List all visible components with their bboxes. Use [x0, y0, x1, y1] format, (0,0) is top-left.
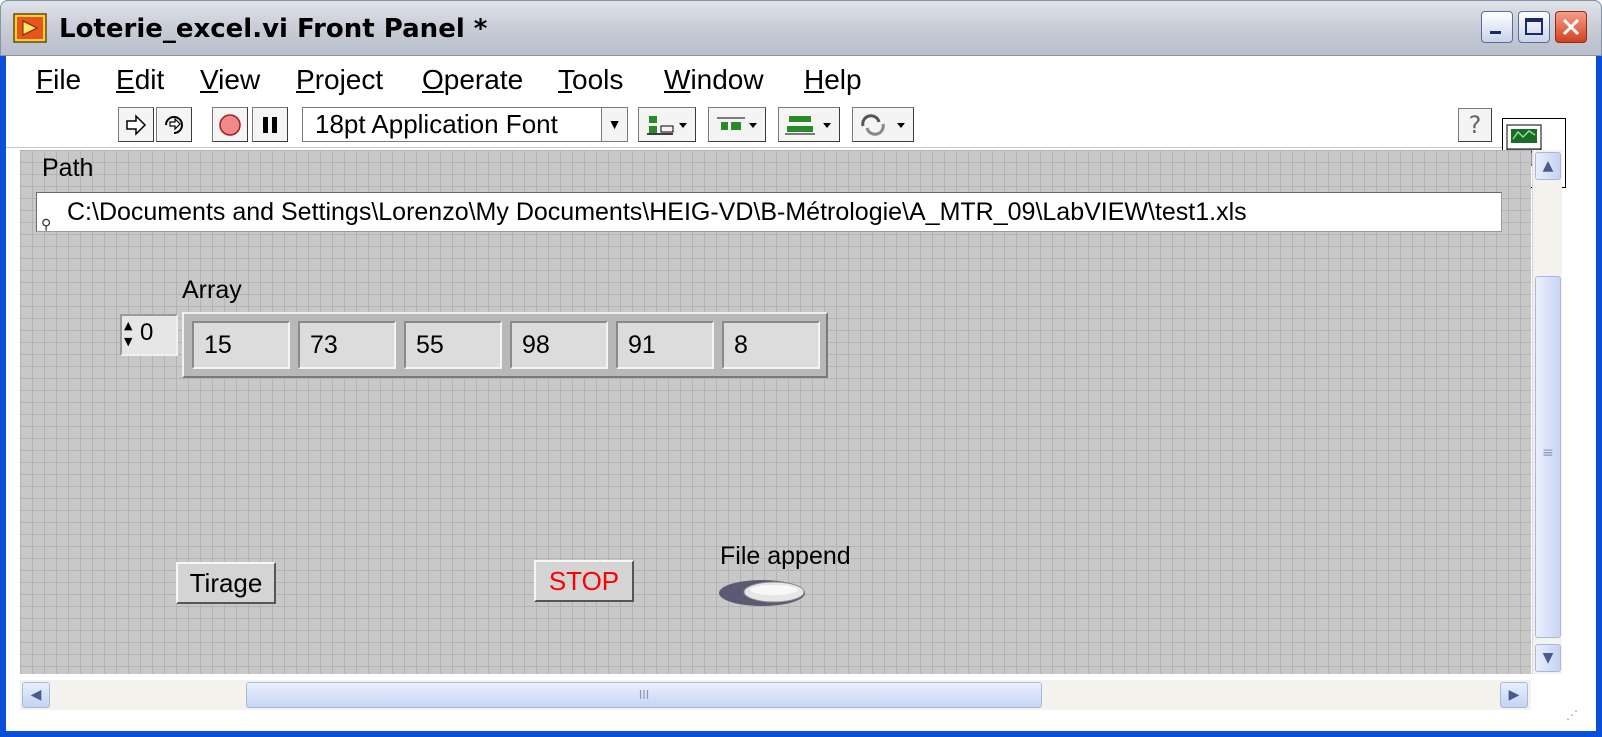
- scroll-up-button[interactable]: ▲: [1535, 152, 1561, 180]
- array-element[interactable]: 15: [192, 321, 290, 369]
- chevron-down-icon: ▼: [1542, 650, 1554, 666]
- pause-button[interactable]: [252, 107, 288, 142]
- menu-project[interactable]: Project: [296, 64, 383, 96]
- close-icon: [1562, 18, 1580, 36]
- file-append-toggle[interactable]: [718, 578, 808, 608]
- minimize-button[interactable]: [1481, 11, 1513, 43]
- chevron-right-icon: ▶: [1508, 687, 1520, 703]
- resize-objects-button[interactable]: [778, 107, 840, 142]
- path-control[interactable]: ⚲ C:\Documents and Settings\Lorenzo\My D…: [36, 192, 1502, 232]
- tirage-button[interactable]: Tirage: [176, 562, 276, 604]
- menu-file[interactable]: File: [36, 64, 81, 96]
- run-continuously-button[interactable]: [156, 107, 192, 142]
- font-select[interactable]: 18pt Application Font ▼: [302, 107, 628, 142]
- front-panel-canvas[interactable]: Path ⚲ C:\Documents and Settings\Lorenzo…: [20, 150, 1531, 674]
- minimize-icon: [1490, 31, 1501, 34]
- window-client-area: File Edit View Project Operate Tools Win…: [6, 56, 1596, 731]
- grip-icon: ≡: [1542, 445, 1554, 461]
- grip-icon: III: [638, 688, 650, 702]
- menu-view[interactable]: View: [200, 64, 260, 96]
- path-browse-icon[interactable]: ⚲: [41, 205, 51, 231]
- run-continuously-icon: [165, 115, 183, 134]
- menu-edit[interactable]: Edit: [116, 64, 164, 96]
- resize-grip-icon[interactable]: ⋰: [1566, 708, 1590, 728]
- path-label: Path: [42, 154, 94, 182]
- window-title: Loterie_excel.vi Front Panel *: [59, 14, 488, 44]
- context-help-button[interactable]: ?: [1458, 108, 1492, 142]
- menu-help[interactable]: Help: [804, 64, 862, 96]
- pause-icon: [263, 116, 277, 133]
- stop-button[interactable]: STOP: [534, 560, 634, 602]
- toolbar: 18pt Application Font ▼ ?: [6, 102, 1566, 188]
- file-append-label: File append: [720, 542, 851, 570]
- array-label: Array: [182, 276, 242, 304]
- vi-icon: [13, 13, 47, 43]
- array-index-control[interactable]: ▲ ▼ 0: [120, 314, 178, 356]
- run-arrow-icon: [126, 113, 147, 136]
- scroll-left-button[interactable]: ◀: [22, 682, 50, 708]
- menu-operate[interactable]: Operate: [422, 64, 523, 96]
- reorder-icon: [861, 113, 905, 136]
- stop-button-label: STOP: [548, 565, 620, 596]
- array-index-value: 0: [140, 319, 154, 346]
- array-control: 15 73 55 98 91 8: [182, 312, 828, 378]
- chevron-down-icon: ▼: [601, 108, 627, 141]
- menu-bar: File Edit View Project Operate Tools Win…: [6, 56, 1526, 102]
- close-button[interactable]: [1555, 11, 1587, 43]
- align-objects-button[interactable]: [638, 107, 696, 142]
- chevron-left-icon: ◀: [30, 687, 42, 703]
- index-spinner-icon[interactable]: ▲ ▼: [124, 318, 138, 352]
- distribute-objects-icon: [717, 117, 757, 130]
- abort-icon: [219, 113, 241, 136]
- menu-tools[interactable]: Tools: [558, 64, 623, 96]
- font-select-value: 18pt Application Font: [315, 109, 558, 139]
- array-element[interactable]: 98: [510, 321, 608, 369]
- context-help-icon: ?: [1468, 111, 1482, 139]
- abort-button[interactable]: [212, 107, 248, 142]
- title-bar[interactable]: Loterie_excel.vi Front Panel *: [0, 0, 1602, 56]
- scroll-right-button[interactable]: ▶: [1500, 682, 1528, 708]
- array-element[interactable]: 73: [298, 321, 396, 369]
- horizontal-scroll-thumb[interactable]: III: [246, 682, 1042, 708]
- path-value: C:\Documents and Settings\Lorenzo\My Doc…: [67, 198, 1247, 226]
- distribute-objects-button[interactable]: [708, 107, 766, 142]
- resize-objects-icon: [785, 115, 831, 134]
- menu-window[interactable]: Window: [664, 64, 764, 96]
- run-button[interactable]: [118, 107, 154, 142]
- horizontal-scrollbar[interactable]: ◀ III ▶: [20, 680, 1531, 710]
- vertical-scrollbar[interactable]: ▲ ≡ ▼: [1532, 150, 1562, 674]
- align-objects-icon: [647, 115, 687, 135]
- array-element[interactable]: 91: [616, 321, 714, 369]
- labview-front-panel-window: Loterie_excel.vi Front Panel * File Edit…: [0, 0, 1602, 737]
- chevron-up-icon: ▲: [1542, 158, 1554, 174]
- tirage-button-label: Tirage: [189, 567, 263, 598]
- maximize-icon: [1525, 18, 1543, 35]
- reorder-button[interactable]: [852, 107, 914, 142]
- vertical-scroll-thumb[interactable]: ≡: [1535, 276, 1561, 638]
- maximize-button[interactable]: [1518, 11, 1550, 43]
- array-element[interactable]: 8: [722, 321, 820, 369]
- array-element[interactable]: 55: [404, 321, 502, 369]
- scroll-down-button[interactable]: ▼: [1535, 644, 1561, 672]
